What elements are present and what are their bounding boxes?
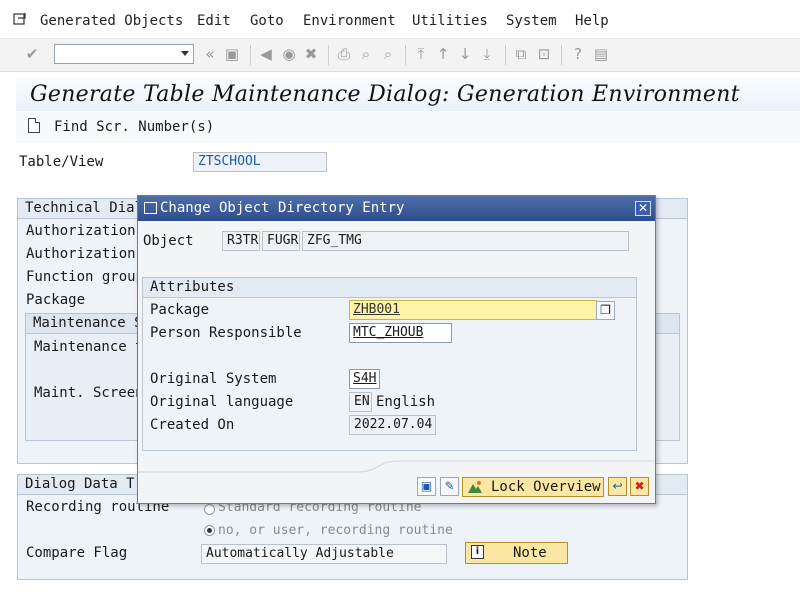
next-page-icon[interactable]: ↓ bbox=[457, 46, 473, 62]
help-icon[interactable]: ? bbox=[570, 46, 586, 62]
toolbar-separator bbox=[250, 45, 251, 65]
save-icon[interactable]: ▣ bbox=[417, 477, 436, 496]
menu-environment[interactable]: Environment bbox=[303, 13, 396, 29]
radio-user-recording[interactable] bbox=[204, 525, 215, 536]
note-button-label: Note bbox=[513, 545, 547, 561]
original-language-code-field: EN bbox=[349, 392, 372, 412]
maintenance-type-label: Maintenance t bbox=[34, 339, 144, 355]
compare-flag-field[interactable]: Automatically Adjustable bbox=[201, 544, 447, 564]
original-system-input[interactable]: S4H bbox=[349, 369, 380, 389]
function-group-label: Function group bbox=[26, 269, 145, 285]
menu-generated-objects[interactable]: Generated Objects bbox=[40, 13, 183, 29]
note-button[interactable]: i Note bbox=[465, 542, 568, 564]
object-label: Object bbox=[143, 233, 194, 249]
toolbar-separator bbox=[505, 45, 506, 65]
package-input-text: ZHB001 bbox=[353, 302, 400, 317]
authorization-object-label: Authorization bbox=[26, 246, 136, 262]
chevron-down-icon[interactable] bbox=[181, 51, 189, 56]
toolbar-separator bbox=[328, 45, 329, 65]
maint-screen-label: Maint. Screen bbox=[34, 385, 144, 401]
dialog-title: Change Object Directory Entry bbox=[160, 200, 405, 216]
toolbar-separator bbox=[561, 45, 562, 65]
window-icon bbox=[144, 202, 157, 214]
new-session-icon[interactable]: ⧉ bbox=[513, 46, 529, 62]
previous-page-icon[interactable]: ↑ bbox=[435, 46, 451, 62]
find-screen-numbers-button[interactable]: Find Scr. Number(s) bbox=[54, 119, 214, 135]
last-page-icon[interactable]: ⤓ bbox=[479, 46, 495, 62]
footer-divider bbox=[138, 460, 655, 473]
menu-goto[interactable]: Goto bbox=[250, 13, 284, 29]
radio-user-label: no, or user, recording routine bbox=[218, 523, 453, 538]
edit-language-icon[interactable]: ✎ bbox=[440, 477, 459, 496]
change-object-directory-dialog: Change Object Directory Entry ✕ Object R… bbox=[137, 195, 656, 504]
table-view-field[interactable]: ZTSCHOOL bbox=[193, 152, 327, 172]
original-language-label: Original language bbox=[150, 394, 294, 410]
radio-standard-recording[interactable] bbox=[204, 504, 215, 515]
back-icon[interactable]: ◀ bbox=[258, 46, 274, 62]
original-language-text: English bbox=[376, 394, 436, 410]
menu-edit[interactable]: Edit bbox=[197, 13, 231, 29]
application-toolbar: Find Scr. Number(s) bbox=[16, 111, 800, 143]
shortcut-icon[interactable]: ⊡ bbox=[536, 46, 552, 62]
object-name-field: ZFG_TMG bbox=[302, 231, 629, 251]
page-title: Generate Table Maintenance Dialog: Gener… bbox=[30, 82, 740, 107]
toolbar-separator bbox=[405, 45, 406, 65]
compare-flag-label: Compare Flag bbox=[26, 545, 128, 561]
enter-check-icon[interactable]: ✔ bbox=[24, 46, 40, 62]
lock-overview-button[interactable]: Lock Overview bbox=[462, 477, 604, 497]
cancel-icon[interactable]: ✖ bbox=[303, 46, 319, 62]
original-system-text: S4H bbox=[353, 371, 377, 386]
person-responsible-label: Person Responsible bbox=[150, 325, 302, 341]
value-help-icon[interactable]: ❐ bbox=[596, 301, 615, 320]
package-input[interactable]: ZHB001 bbox=[349, 300, 597, 320]
created-on-field: 2022.07.04 bbox=[349, 415, 436, 435]
table-view-label: Table/View bbox=[19, 154, 104, 170]
command-field[interactable] bbox=[54, 44, 194, 64]
package-label: Package bbox=[26, 292, 86, 308]
person-responsible-input[interactable]: MTC_ZHOUB bbox=[349, 323, 452, 343]
title-bar: Generate Table Maintenance Dialog: Gener… bbox=[16, 78, 800, 112]
lock-overview-label: Lock Overview bbox=[491, 479, 601, 495]
created-on-label: Created On bbox=[150, 417, 235, 433]
find-next-icon[interactable]: ⌕ bbox=[380, 46, 396, 62]
info-icon: i bbox=[471, 545, 484, 559]
original-system-label: Original System bbox=[150, 371, 277, 387]
attributes-title: Attributes bbox=[143, 278, 636, 298]
exit-icon[interactable]: ◉ bbox=[281, 46, 297, 62]
layout-menu-icon[interactable]: ▤ bbox=[593, 46, 609, 62]
first-page-icon[interactable]: ⤒ bbox=[413, 46, 429, 62]
menu-utilities[interactable]: Utilities bbox=[412, 13, 488, 29]
document-icon[interactable] bbox=[28, 118, 40, 133]
menu-help[interactable]: Help bbox=[575, 13, 609, 29]
save-icon[interactable]: ▣ bbox=[224, 46, 240, 62]
standard-toolbar: ✔ « ▣ ◀ ◉ ✖ ⎙ ⌕ ⌕ ⤒ ↑ ↓ ⤓ ⧉ ⊡ ? ▤ bbox=[0, 38, 800, 72]
person-responsible-text: MTC_ZHOUB bbox=[353, 325, 424, 340]
object-type-field: FUGR bbox=[262, 231, 300, 251]
object-pgmid-field: R3TR bbox=[222, 231, 260, 251]
back-arrow-icon[interactable]: ↩ bbox=[608, 477, 627, 496]
cancel-icon[interactable]: ✖ bbox=[630, 477, 649, 496]
authorization-group-label: Authorization bbox=[26, 223, 136, 239]
package-label: Package bbox=[150, 302, 210, 318]
menu-window-icon[interactable] bbox=[13, 12, 27, 26]
menu-bar: Generated Objects Edit Goto Environment … bbox=[0, 0, 800, 38]
lock-overview-icon bbox=[468, 481, 482, 493]
print-icon[interactable]: ⎙ bbox=[336, 46, 352, 62]
menu-system[interactable]: System bbox=[506, 13, 557, 29]
find-icon[interactable]: ⌕ bbox=[358, 46, 374, 62]
double-chevron-left-icon[interactable]: « bbox=[202, 46, 218, 62]
close-icon[interactable]: ✕ bbox=[635, 201, 651, 216]
dialog-title-bar: Change Object Directory Entry ✕ bbox=[138, 196, 655, 221]
